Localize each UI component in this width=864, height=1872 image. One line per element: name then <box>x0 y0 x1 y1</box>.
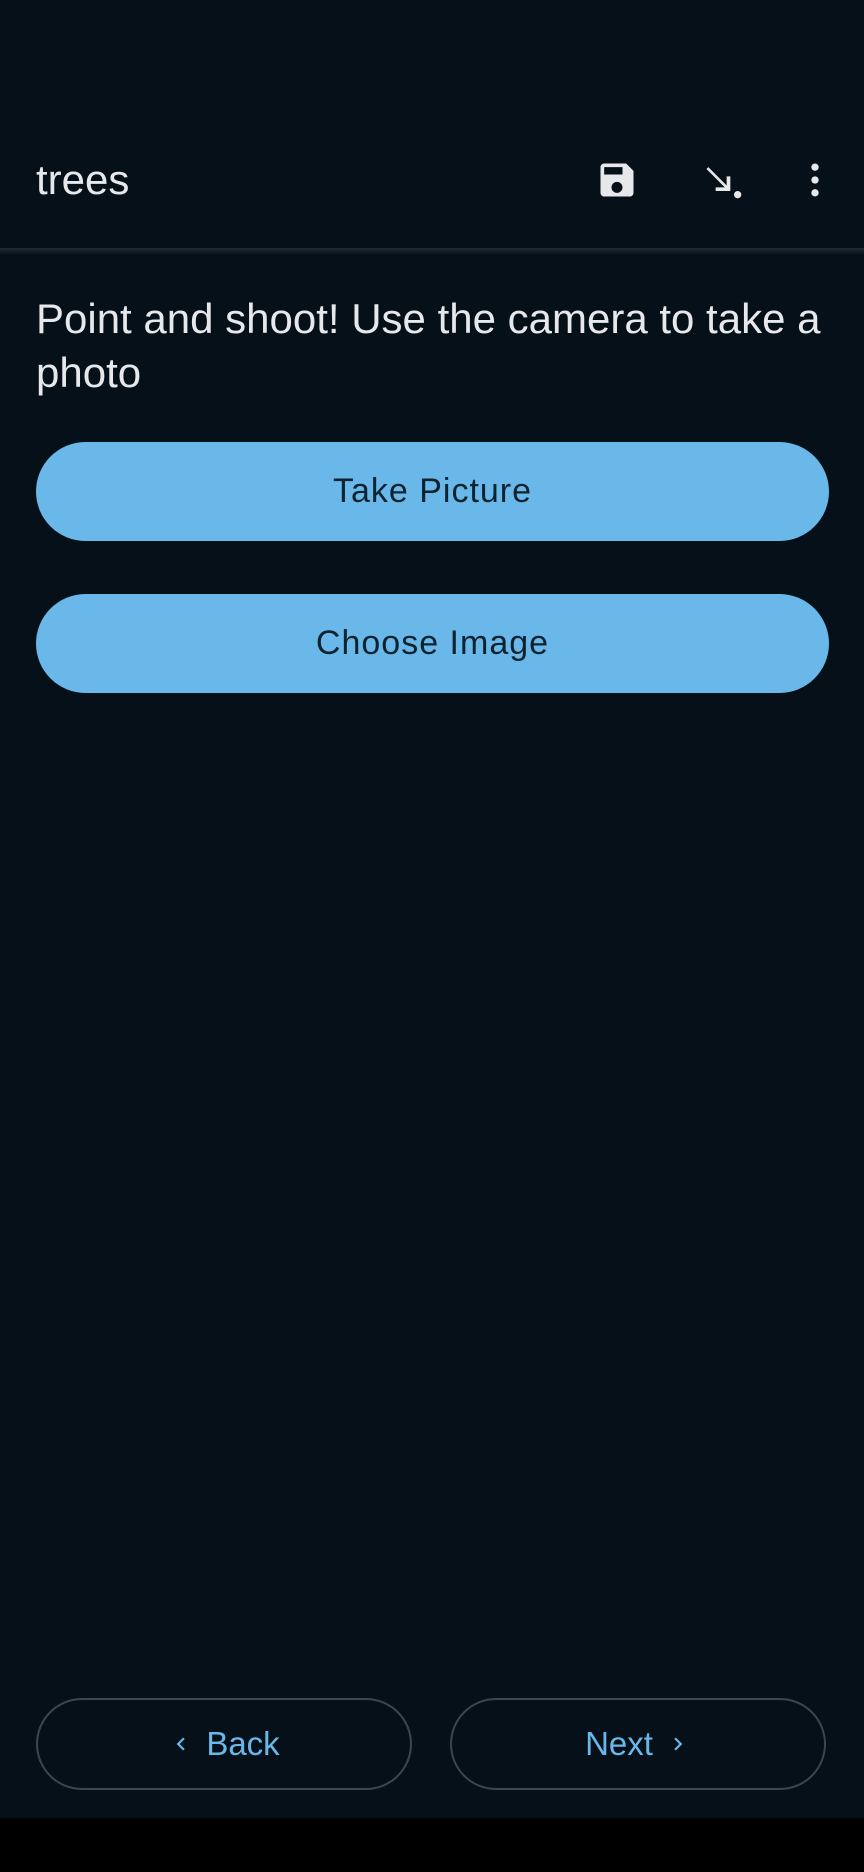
prompt-text: Point and shoot! Use the camera to take … <box>36 295 821 396</box>
status-bar <box>0 0 864 110</box>
download-arrow-icon[interactable] <box>695 152 751 208</box>
page-title: trees <box>36 156 130 203</box>
back-label: Back <box>206 1725 280 1762</box>
back-button[interactable]: Back <box>36 1698 412 1790</box>
system-nav-bar <box>0 1818 864 1872</box>
screen: trees Point and shoot! Use the camera to… <box>0 0 864 1872</box>
choose-image-button[interactable]: Choose Image <box>36 594 829 693</box>
next-button[interactable]: Next <box>450 1698 826 1790</box>
next-label: Next <box>585 1725 653 1762</box>
app-bar: trees <box>0 110 864 250</box>
chevron-left-icon <box>168 1731 194 1757</box>
app-bar-divider <box>0 248 864 254</box>
more-vert-icon[interactable] <box>787 152 843 208</box>
take-picture-button[interactable]: Take Picture <box>36 442 829 541</box>
save-icon[interactable] <box>589 152 645 208</box>
chevron-right-icon <box>665 1731 691 1757</box>
